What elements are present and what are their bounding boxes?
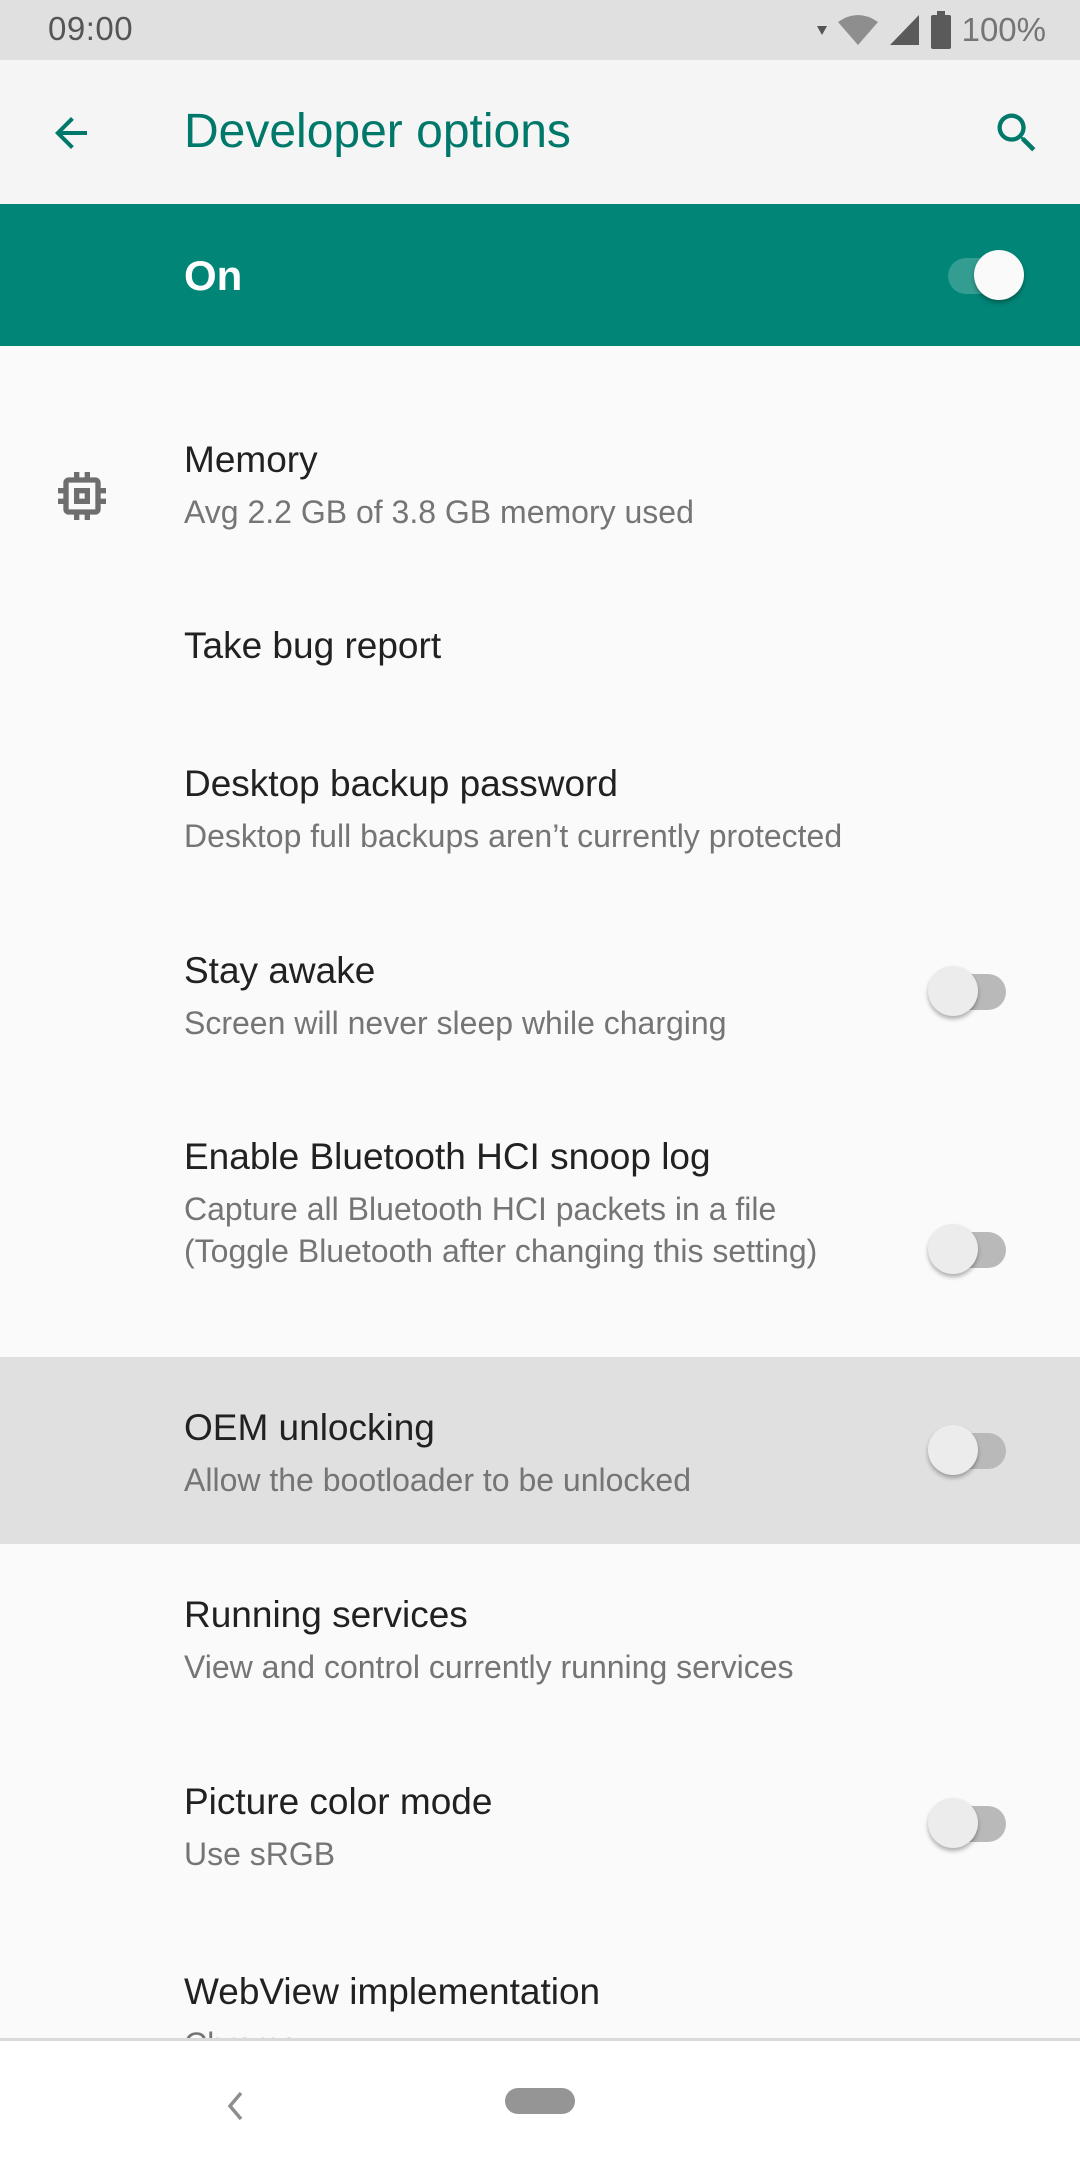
setting-desktop-backup-password[interactable]: Desktop backup password Desktop full bac… [0, 708, 1080, 888]
master-toggle[interactable] [942, 246, 1032, 306]
setting-title: Picture color mode [184, 1781, 493, 1822]
setting-title: Desktop backup password [184, 763, 618, 804]
setting-oem-unlocking[interactable]: OEM unlocking Allow the bootloader to be… [0, 1357, 1080, 1544]
memory-chip-icon [58, 472, 106, 520]
toggle-thumb [928, 966, 978, 1016]
picture-color-mode-toggle[interactable] [928, 1794, 1018, 1854]
nav-back-icon [227, 2091, 243, 2121]
search-icon [997, 113, 1036, 152]
setting-title: Memory [184, 439, 318, 480]
bluetooth-hci-toggle[interactable] [928, 1220, 1018, 1280]
battery-percent: 100% [961, 11, 1046, 48]
setting-summary: Avg 2.2 GB of 3.8 GB memory used [184, 494, 694, 530]
setting-summary: Capture all Bluetooth HCI packets in a f… [184, 1191, 818, 1269]
arrow-back-icon [55, 117, 87, 149]
setting-title: Running services [184, 1594, 468, 1635]
setting-title: OEM unlocking [184, 1407, 435, 1448]
toggle-thumb [928, 1224, 978, 1274]
setting-title: Stay awake [184, 950, 376, 991]
search-button[interactable] [982, 98, 1052, 168]
setting-summary: View and control currently running servi… [184, 1649, 794, 1685]
setting-title: Enable Bluetooth HCI snoop log [184, 1136, 711, 1177]
stay-awake-toggle[interactable] [928, 962, 1018, 1022]
cell-signal-icon [889, 15, 919, 45]
oem-unlocking-toggle[interactable] [928, 1421, 1018, 1481]
setting-summary: Use sRGB [184, 1836, 336, 1872]
setting-title: WebView implementation [184, 1971, 601, 2012]
data-arrow-icon [816, 26, 827, 35]
toggle-thumb [928, 1798, 978, 1848]
page-title: Developer options [184, 105, 571, 158]
back-button[interactable] [36, 98, 106, 168]
status-time: 09:00 [48, 10, 134, 47]
setting-summary: Allow the bootloader to be unlocked [184, 1462, 692, 1498]
setting-summary: Desktop full backups aren’t currently pr… [184, 818, 843, 854]
status-icons: 100% [816, 10, 1046, 50]
master-switch-bar[interactable]: On [0, 204, 1080, 346]
battery-icon [930, 11, 951, 49]
wifi-icon [837, 15, 878, 45]
setting-running-services[interactable]: Running services View and control curren… [0, 1544, 1080, 1731]
setting-bluetooth-hci-snoop-log[interactable]: Enable Bluetooth HCI snoop log Capture a… [0, 1078, 1080, 1357]
toggle-thumb [974, 250, 1024, 300]
setting-title: Take bug report [184, 625, 442, 666]
setting-memory[interactable]: Memory Avg 2.2 GB of 3.8 GB memory used [0, 398, 1080, 578]
navigation-bar [0, 2038, 1080, 2163]
app-bar: Developer options [0, 60, 1080, 204]
nav-home-pill[interactable] [505, 2088, 575, 2114]
setting-take-bug-report[interactable]: Take bug report [0, 578, 1080, 708]
setting-stay-awake[interactable]: Stay awake Screen will never sleep while… [0, 888, 1080, 1078]
toggle-thumb [928, 1425, 978, 1475]
setting-summary: Screen will never sleep while charging [184, 1005, 727, 1041]
setting-picture-color-mode[interactable]: Picture color mode Use sRGB [0, 1731, 1080, 1918]
status-bar: 09:00 100% [0, 0, 1080, 60]
nav-back-button[interactable] [210, 2081, 260, 2131]
master-switch-label: On [184, 252, 243, 299]
